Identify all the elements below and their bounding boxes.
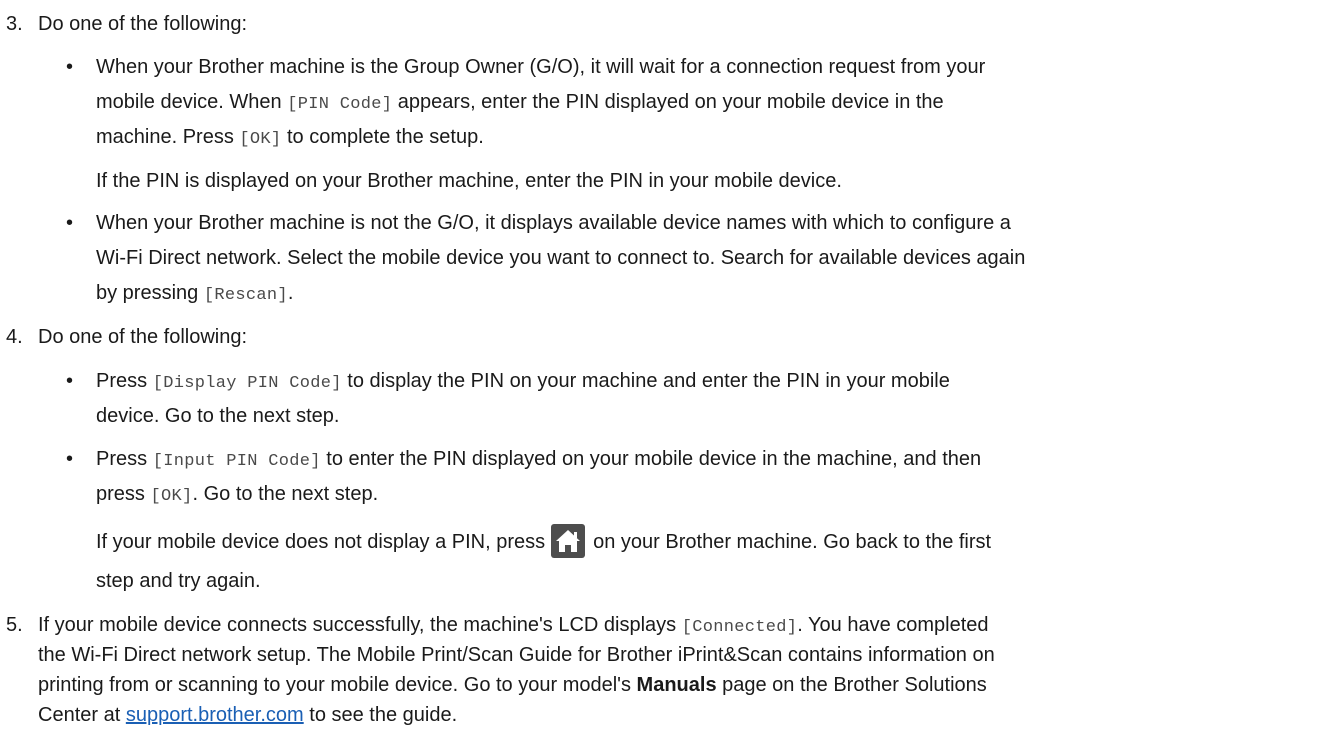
step-4-bullet-2-line-1: Press [Input PIN Code] to enter the PIN … <box>96 448 982 471</box>
manuals-label: Manuals <box>636 674 717 696</box>
step-3-bullet-1-line-2: mobile device. When [PIN Code] appears, … <box>96 91 944 114</box>
step-4-number: 4. <box>6 326 23 348</box>
bullet-mark: • <box>66 448 74 470</box>
step-3-intro: Do one of the following: <box>38 13 248 35</box>
lcd-connected: [Connected] <box>681 618 798 637</box>
lcd-rescan: [Rescan] <box>203 286 288 305</box>
step-3-bullet-1-line-3: machine. Press [OK] to complete the setu… <box>96 126 484 149</box>
bullet-mark: • <box>66 56 74 78</box>
step-5-number: 5. <box>6 614 23 636</box>
step-5-line-1: If your mobile device connects successfu… <box>38 614 989 637</box>
lcd-ok: [OK] <box>150 487 193 506</box>
lcd-input-pin-code: [Input PIN Code] <box>152 452 321 471</box>
lcd-ok: [OK] <box>239 130 282 149</box>
step-5-line-3: printing from or scanning to your mobile… <box>38 674 987 696</box>
step-4-bullet-2-line-2: press [OK]. Go to the next step. <box>96 483 379 506</box>
step-3-bullet-2-line-2: Wi-Fi Direct network. Select the mobile … <box>96 247 1026 269</box>
bullet-mark: • <box>66 370 74 392</box>
step-5-line-4: Center at support.brother.com to see the… <box>38 704 458 726</box>
lcd-pin-code: [PIN Code] <box>287 95 393 114</box>
step-3-bullet-2-line-3: by pressing [Rescan]. <box>96 282 294 305</box>
step-4-intro: Do one of the following: <box>38 326 248 348</box>
step-3-bullet-2-line-1: When your Brother machine is not the G/O… <box>96 212 1011 234</box>
bullet-mark: • <box>66 212 74 234</box>
step-4-note-line-2: step and try again. <box>96 570 261 592</box>
step-4-bullet-1-line-1: Press [Display PIN Code] to display the … <box>96 370 950 393</box>
step-3-number: 3. <box>6 13 23 35</box>
step-3-bullet-1-note: If the PIN is displayed on your Brother … <box>96 170 842 192</box>
step-4-bullet-1-line-2: device. Go to the next step. <box>96 405 340 427</box>
step-5-line-2: the Wi-Fi Direct network setup. The Mobi… <box>38 644 995 666</box>
lcd-display-pin-code: [Display PIN Code] <box>152 374 342 393</box>
home-icon <box>551 524 586 558</box>
step-3-bullet-1-line-1: When your Brother machine is the Group O… <box>96 56 986 78</box>
step-4-note-line-1: If your mobile device does not display a… <box>96 524 991 559</box>
support-link[interactable]: support.brother.com <box>126 704 304 726</box>
